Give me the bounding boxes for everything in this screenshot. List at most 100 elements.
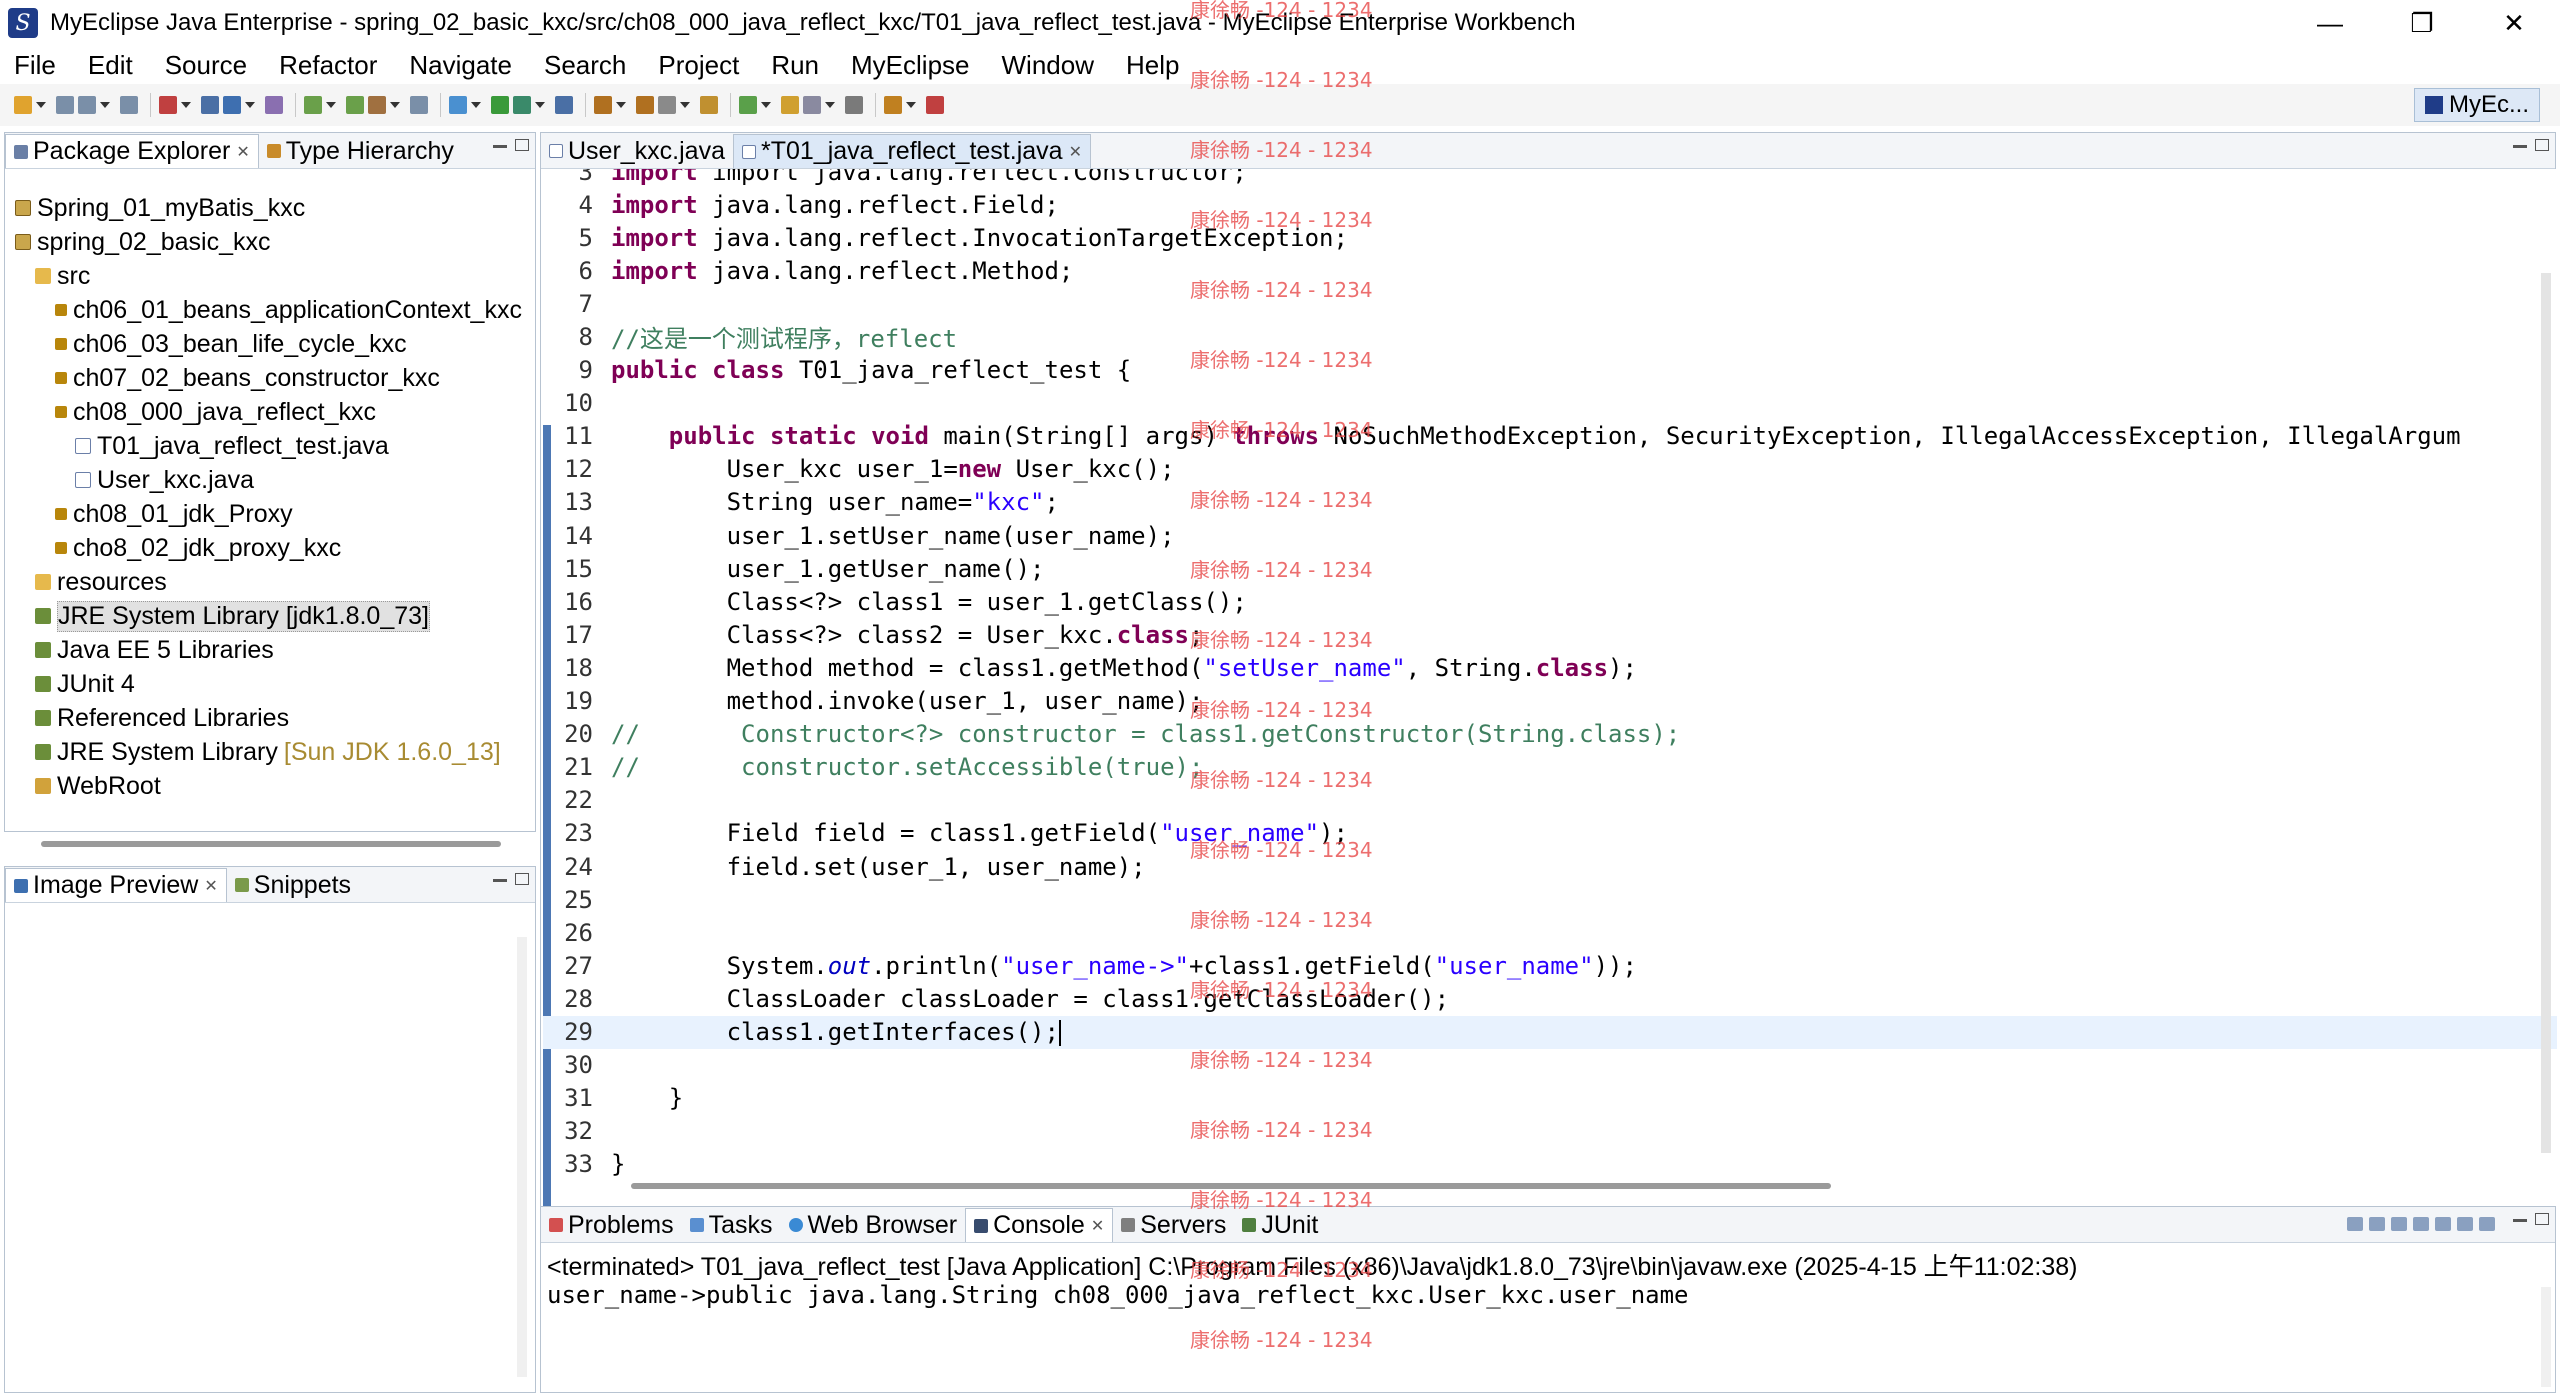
tree-item[interactable]: resources <box>15 565 535 599</box>
prev-annotation-icon[interactable] <box>739 96 757 114</box>
perspective-myeclipse[interactable]: MyEc... <box>2413 88 2540 122</box>
close-icon[interactable]: ✕ <box>1091 1216 1104 1236</box>
tree-item[interactable]: ch06_01_beans_applicationContext_kxc <box>15 293 535 327</box>
close-icon[interactable]: ✕ <box>1069 142 1082 162</box>
chevron-down-icon[interactable] <box>326 102 336 108</box>
external-tools-icon[interactable] <box>346 96 364 114</box>
menu-file[interactable]: File <box>0 50 72 81</box>
menu-navigate[interactable]: Navigate <box>393 50 528 81</box>
chevron-down-icon[interactable] <box>100 102 110 108</box>
tab-problems[interactable]: Problems <box>541 1208 682 1242</box>
save-icon[interactable] <box>56 96 74 114</box>
new-class-icon[interactable] <box>594 96 612 114</box>
close-icon[interactable]: ✕ <box>236 142 249 162</box>
tab-web-browser[interactable]: Web Browser <box>781 1208 966 1242</box>
profile-icon[interactable] <box>304 96 322 114</box>
tab-image-preview[interactable]: Image Preview ✕ <box>5 868 227 902</box>
tree-item[interactable]: Spring_01_myBatis_kxc <box>15 191 535 225</box>
tab-junit[interactable]: JUnit <box>1234 1208 1326 1242</box>
toggle-mark-icon[interactable] <box>658 96 676 114</box>
open-type-icon[interactable] <box>368 96 386 114</box>
tree-item[interactable]: WebRoot <box>15 769 535 803</box>
tree-item[interactable]: cho8_02_jdk_proxy_kxc <box>15 531 535 565</box>
search-icon[interactable] <box>410 96 428 114</box>
tree-item[interactable]: ch08_000_java_reflect_kxc <box>15 395 535 429</box>
tab-t01-java-reflect-test[interactable]: *T01_java_reflect_test.java ✕ <box>733 134 1091 168</box>
chevron-down-icon[interactable] <box>906 102 916 108</box>
maximize-view-icon[interactable] <box>2535 139 2549 151</box>
horizontal-scrollbar[interactable] <box>41 841 501 847</box>
run-icon[interactable] <box>265 96 283 114</box>
menu-run[interactable]: Run <box>755 50 835 81</box>
terminate-icon[interactable] <box>2347 1217 2363 1231</box>
console-vertical-scrollbar[interactable] <box>2541 1287 2551 1387</box>
web-icon[interactable] <box>926 96 944 114</box>
clear-console-icon[interactable] <box>2391 1217 2407 1231</box>
tab-user-kxc-java[interactable]: User_kxc.java <box>541 134 733 168</box>
maximize-button[interactable]: ❐ <box>2376 0 2468 46</box>
tree-item[interactable]: JUnit 4 <box>15 667 535 701</box>
deploy-icon[interactable] <box>201 96 219 114</box>
remove-launch-icon[interactable] <box>2369 1217 2385 1231</box>
tab-snippets[interactable]: Snippets <box>227 868 359 902</box>
tab-type-hierarchy[interactable]: Type Hierarchy <box>259 134 462 168</box>
print-icon[interactable] <box>120 96 138 114</box>
pin-icon[interactable] <box>884 96 902 114</box>
chevron-down-icon[interactable] <box>535 102 545 108</box>
menu-refactor[interactable]: Refactor <box>263 50 393 81</box>
back-icon[interactable] <box>803 96 821 114</box>
menu-source[interactable]: Source <box>149 50 263 81</box>
chevron-down-icon[interactable] <box>616 102 626 108</box>
pin-console-icon[interactable] <box>2435 1217 2451 1231</box>
new-server-icon[interactable] <box>159 96 177 114</box>
menu-project[interactable]: Project <box>642 50 755 81</box>
display-console-icon[interactable] <box>2457 1217 2473 1231</box>
menu-search[interactable]: Search <box>528 50 642 81</box>
chevron-down-icon[interactable] <box>761 102 771 108</box>
tree-item[interactable]: JRE System Library [jdk1.8.0_73] <box>15 599 535 633</box>
maximize-view-icon[interactable] <box>515 873 529 885</box>
menu-myeclipse[interactable]: MyEclipse <box>835 50 985 81</box>
tab-servers[interactable]: Servers <box>1113 1208 1234 1242</box>
close-button[interactable]: ✕ <box>2468 0 2560 46</box>
chevron-down-icon[interactable] <box>181 102 191 108</box>
close-icon[interactable]: ✕ <box>204 876 217 896</box>
editor-vertical-scrollbar[interactable] <box>2541 273 2551 1153</box>
tree-item[interactable]: User_kxc.java <box>15 463 535 497</box>
minimize-view-icon[interactable] <box>493 145 507 148</box>
maximize-view-icon[interactable] <box>515 139 529 151</box>
chevron-down-icon[interactable] <box>825 102 835 108</box>
tree-item[interactable]: Java EE 5 Libraries <box>15 633 535 667</box>
forward-icon[interactable] <box>845 96 863 114</box>
chevron-down-icon[interactable] <box>390 102 400 108</box>
menu-edit[interactable]: Edit <box>72 50 149 81</box>
open-console-icon[interactable] <box>2479 1217 2495 1231</box>
minimize-view-icon[interactable] <box>2513 1219 2527 1222</box>
tab-console[interactable]: Console ✕ <box>965 1208 1114 1242</box>
chevron-down-icon[interactable] <box>36 102 46 108</box>
menu-help[interactable]: Help <box>1110 50 1195 81</box>
tree-item[interactable]: src <box>15 259 535 293</box>
minimize-button[interactable]: — <box>2284 0 2376 46</box>
chevron-down-icon[interactable] <box>471 102 481 108</box>
code-editor[interactable]: 3 import import java.lang.reflect.Constr… <box>543 169 2557 1207</box>
tree-item[interactable]: JRE System Library [Sun JDK 1.6.0_13] <box>15 735 535 769</box>
tree-item[interactable]: spring_02_basic_kxc <box>15 225 535 259</box>
minimize-view-icon[interactable] <box>2513 145 2527 148</box>
chevron-down-icon[interactable] <box>245 102 255 108</box>
last-edit-icon[interactable] <box>781 96 799 114</box>
menu-window[interactable]: Window <box>986 50 1110 81</box>
vertical-scrollbar[interactable] <box>517 937 527 1377</box>
tree-item[interactable]: ch06_03_bean_life_cycle_kxc <box>15 327 535 361</box>
tree-item[interactable]: ch07_02_beans_constructor_kxc <box>15 361 535 395</box>
maximize-view-icon[interactable] <box>2535 1213 2549 1225</box>
tab-tasks[interactable]: Tasks <box>682 1208 781 1242</box>
debug-icon[interactable] <box>223 96 241 114</box>
tree-item[interactable]: ch08_01_jdk_Proxy <box>15 497 535 531</box>
run-last-icon[interactable] <box>491 96 509 114</box>
tree-item[interactable]: T01_java_reflect_test.java <box>15 429 535 463</box>
new-java-project-icon[interactable] <box>449 96 467 114</box>
chevron-down-icon[interactable] <box>680 102 690 108</box>
coverage-icon[interactable] <box>513 96 531 114</box>
tab-package-explorer[interactable]: Package Explorer ✕ <box>5 134 259 168</box>
